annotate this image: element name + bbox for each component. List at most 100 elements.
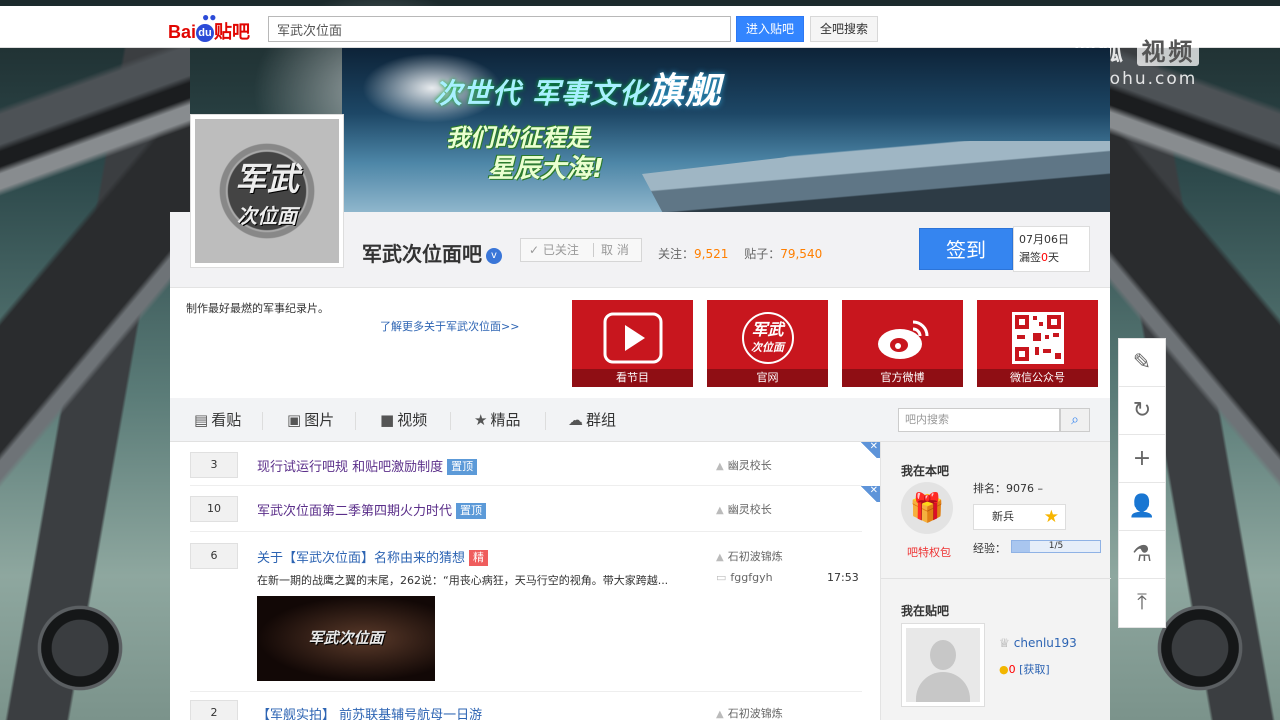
flask-icon[interactable]: ⚗ <box>1119 531 1165 579</box>
search-all-button[interactable]: 全吧搜索 <box>810 16 878 42</box>
learn-more-link[interactable]: 了解更多关于军武次位面>> <box>380 318 519 334</box>
play-icon <box>603 312 662 364</box>
plus-icon[interactable]: + <box>1119 435 1165 483</box>
forum-nav: ▤ 看贴 ▣ 图片 ■ 视频 ★ 精品 ☁ 群组 吧内搜索 ⌕ <box>170 398 1110 442</box>
post-icon: ▤ <box>194 411 209 429</box>
coin-icon: ● <box>999 663 1009 676</box>
star-icon: ★ <box>474 411 488 429</box>
back-to-top-icon[interactable]: ⤒ <box>1119 579 1165 627</box>
thread-row[interactable]: 10 军武次位面第二季第四期火力时代 置顶 ▲ 幽灵校长 <box>190 486 862 532</box>
user-icon[interactable]: 👤 <box>1119 483 1165 531</box>
forum-avatar[interactable]: 军武 次位面 <box>190 114 344 268</box>
pinned-badge: 置顶 <box>456 503 487 519</box>
reply-icon: ▭ <box>716 571 727 584</box>
thread-row[interactable]: 6 关于【军武次位面】名称由来的猜想精 ▲ 石初波锦炼 在新一期的战鹰之翼的末尾，… <box>190 532 862 692</box>
video-icon: ■ <box>380 411 395 429</box>
chat-icon: ☁ <box>568 411 583 429</box>
thread-abstract: 在新一期的战鹰之翼的末尾，262说：“用丧心病狂，天马行空的视角。带大家跨越..… <box>257 574 669 587</box>
reply-count: 10 <box>190 496 238 522</box>
pinned-badge: 置顶 <box>447 459 478 475</box>
tab-groups[interactable]: ☁ 群组 <box>568 398 616 442</box>
tile-official-site[interactable]: 军武 次位面 官网 <box>707 300 828 387</box>
privilege-pack-link[interactable]: 吧特权包 <box>907 544 951 560</box>
reply-count: 3 <box>190 452 238 478</box>
thread-title[interactable]: 【军舰实拍】 前苏联基辅号航母一日游 <box>257 704 482 720</box>
in-forum-title: 我在本吧 <box>901 464 950 478</box>
thread-author[interactable]: ▲ 幽灵校长 <box>716 501 772 517</box>
thread-row[interactable]: 2 【军舰实拍】 前苏联基辅号航母一日游 ▲ 石初波锦炼 <box>190 692 862 720</box>
thread-author[interactable]: ▲ 石初波锦炼 <box>716 705 783 720</box>
sidebar: 我在本吧 🎁 吧特权包 排名：9076 – 新兵 ★ 经验： 1/5 我在贴吧 ♕… <box>880 442 1111 720</box>
exp-label: 经验： <box>973 542 1006 555</box>
user-icon: ▲ <box>716 709 724 720</box>
reply-count: 6 <box>190 543 238 569</box>
forum-search-input[interactable]: 军武次位面 <box>268 16 731 42</box>
user-level-icon: ♕ <box>999 636 1010 650</box>
refresh-icon[interactable]: ↻ <box>1119 387 1165 435</box>
sign-in-info: 07月06日 漏签0天 <box>1013 226 1090 272</box>
thread-title[interactable]: 现行试运行吧规 和贴吧激励制度 置顶 <box>257 456 478 475</box>
get-tbean-link[interactable]: [获取] <box>1019 663 1050 676</box>
tab-featured[interactable]: ★ 精品 <box>474 398 520 442</box>
close-icon[interactable]: ✕ <box>858 442 880 458</box>
level-badge[interactable]: 新兵 ★ <box>973 504 1066 530</box>
forum-banner: 次世代 军事文化旗舰 我们的征程是 星辰大海! <box>342 48 1110 212</box>
tab-posts[interactable]: ▤ 看贴 <box>194 398 241 442</box>
floating-toolbar: ✎ ↻ + 👤 ⚗ ⤒ <box>1118 338 1166 628</box>
tile-wechat[interactable]: 微信公众号 <box>977 300 1098 387</box>
thread-title[interactable]: 军武次位面第二季第四期火力时代 置顶 <box>257 500 487 519</box>
tile-watch-program[interactable]: 看节目 <box>572 300 693 387</box>
thread-row[interactable]: 3 现行试运行吧规 和贴吧激励制度 置顶 ▲ 幽灵校长 <box>190 442 862 486</box>
unfollow-button[interactable]: 取 消 <box>601 239 629 261</box>
verified-icon: v <box>486 248 502 264</box>
tab-videos[interactable]: ■ 视频 <box>380 398 427 442</box>
sign-in-button[interactable]: 签到 <box>919 228 1013 270</box>
thread-author[interactable]: ▲ 幽灵校长 <box>716 457 772 473</box>
user-icon: ▲ <box>716 552 724 563</box>
star-icon: ★ <box>1043 507 1059 527</box>
weibo-icon <box>877 320 928 359</box>
image-icon: ▣ <box>287 411 302 429</box>
rank: 排名：9076 – <box>973 482 1043 495</box>
forum-main-panel: 军武次位面吧 v ✓ 已关注 取 消 关注：9,521 贴子：79,540 签到 … <box>170 114 1111 720</box>
edit-icon[interactable]: ✎ <box>1119 339 1165 387</box>
tab-images[interactable]: ▣ 图片 <box>287 398 334 442</box>
posts-count: 79,540 <box>780 247 823 261</box>
left-mech-art <box>0 48 190 720</box>
followed-label: ✓ 已关注 <box>529 243 579 257</box>
user-icon: ▲ <box>716 461 724 472</box>
site-logo-icon: 军武 次位面 <box>741 312 794 364</box>
last-reply-user[interactable]: ▭ fggfgyh <box>716 571 773 584</box>
qrcode-icon <box>1011 312 1064 364</box>
forum-intro: 制作最好最燃的军事纪录片。 <box>186 302 329 315</box>
last-reply-time: 17:53 <box>827 571 859 584</box>
followers-count: 9,521 <box>694 247 729 261</box>
thread-thumbnail[interactable]: 军武次位面 <box>257 596 435 681</box>
paw-icon: ●● <box>202 10 217 24</box>
thread-list: 3 现行试运行吧规 和贴吧激励制度 置顶 ▲ 幽灵校长 ✕ 10 军武次位面第二季第… <box>170 442 880 720</box>
banner-slogan: 次世代 军事文化旗舰 <box>434 71 722 112</box>
reply-count: 2 <box>190 700 238 720</box>
warship-illustration <box>642 113 1110 212</box>
featured-badge: 精 <box>469 550 489 566</box>
banner-slogan-line3: 星辰大海! <box>488 154 604 184</box>
baidu-tieba-logo[interactable]: Bai du 贴吧 ●● <box>168 10 250 44</box>
forum-stats: 关注：9,521 贴子：79,540 <box>658 247 823 261</box>
tbean-info: ●0 [获取] <box>999 663 1050 676</box>
thread-title[interactable]: 关于【军武次位面】名称由来的猜想精 <box>257 547 489 566</box>
follow-status: ✓ 已关注 取 消 <box>520 238 642 262</box>
exp-progress-bar: 1/5 <box>1011 540 1101 553</box>
thread-author[interactable]: ▲ 石初波锦炼 <box>716 548 783 564</box>
user-icon: ▲ <box>716 505 724 516</box>
avatar[interactable] <box>901 623 985 707</box>
forum-name[interactable]: 军武次位面吧 v <box>362 238 502 267</box>
in-tieba-title: 我在贴吧 <box>901 604 950 618</box>
enter-forum-button[interactable]: 进入贴吧 <box>736 16 804 42</box>
promo-tiles: 看节目 军武 次位面 官网 官方微博 微信公众号 <box>572 300 1098 387</box>
inbar-search-input[interactable]: 吧内搜索 <box>898 408 1060 432</box>
close-icon[interactable]: ✕ <box>858 486 880 502</box>
username-link[interactable]: ♕ chenlu193 <box>999 636 1077 650</box>
tile-weibo[interactable]: 官方微博 <box>842 300 963 387</box>
gift-icon[interactable]: 🎁 <box>901 482 953 534</box>
search-icon[interactable]: ⌕ <box>1060 408 1090 432</box>
